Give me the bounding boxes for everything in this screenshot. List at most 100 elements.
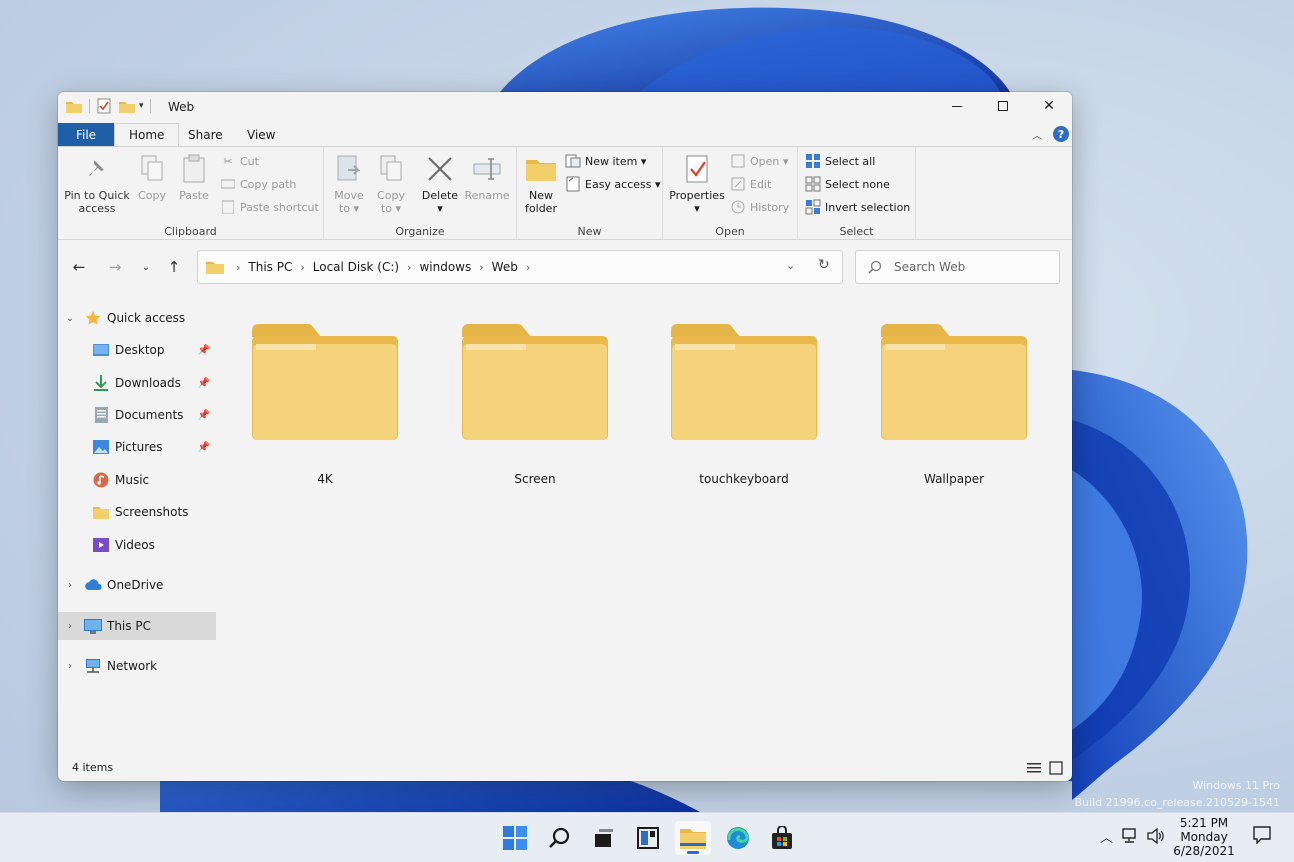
delete-label-2: ▾ [437,202,443,215]
pin-icon[interactable]: 📌 [198,442,210,453]
history-button[interactable]: History [730,197,789,217]
nav-onedrive[interactable]: › OneDrive [58,571,216,599]
search-button[interactable] [542,821,578,855]
pin-icon[interactable]: 📌 [198,345,210,356]
nav-videos[interactable]: Videos [58,531,216,559]
nav-desktop[interactable]: Desktop 📌 [58,336,216,364]
paste-button[interactable]: Paste [177,153,211,202]
details-view-icon[interactable] [1026,760,1042,776]
tab-share[interactable]: Share [174,123,237,146]
properties-icon[interactable] [97,98,111,114]
select-all-button[interactable]: Select all [805,151,875,171]
rename-button[interactable]: Rename [464,153,510,202]
store-button[interactable] [764,821,800,855]
move-to-button[interactable]: Move to ▾ [332,153,366,215]
edit-button[interactable]: Edit [730,174,771,194]
address-history-dropdown[interactable]: ⌄ [786,259,795,272]
search-input[interactable]: Search Web [855,250,1060,284]
folder-item[interactable]: touchkeyboard [654,324,834,494]
breadcrumb-separator[interactable]: › [407,261,411,274]
customize-qat-icon[interactable]: ▾ [139,101,144,111]
breadcrumb-web[interactable]: Web [492,260,518,274]
nav-pictures[interactable]: Pictures 📌 [58,433,216,461]
network-status-icon[interactable] [1122,828,1140,848]
cut-button[interactable]: ✂ Cut [220,151,259,171]
help-icon[interactable]: ? [1053,126,1069,142]
volume-icon[interactable] [1147,827,1165,848]
easy-access-button[interactable]: Easy access ▾ [565,174,661,194]
chevron-down-icon[interactable]: ⌄ [64,313,76,324]
copy-button[interactable]: Copy [135,153,169,202]
pin-icon[interactable]: 📌 [198,378,210,389]
breadcrumb-separator[interactable]: › [236,261,240,274]
select-none-label: Select none [825,177,890,191]
new-folder-button[interactable]: New folder [523,153,559,215]
tab-home[interactable]: Home [114,123,180,146]
new-folder-icon[interactable] [119,100,135,113]
back-button[interactable]: ← [68,258,90,276]
edge-icon [727,827,749,849]
chevron-right-icon[interactable]: › [64,621,76,632]
folder-item[interactable]: Screen [445,324,625,494]
network-label: Network [107,659,158,673]
folder-label: Wallpaper [923,472,985,486]
notification-center-button[interactable] [1253,826,1271,848]
widgets-button[interactable] [630,821,666,855]
delete-button[interactable]: Delete ▾ [420,153,460,215]
copy-path-button[interactable]: Copy path [220,174,296,194]
recent-locations-button[interactable]: ⌄ [135,258,157,276]
up-button[interactable]: ↑ [163,258,185,276]
nav-quick-access[interactable]: ⌄ Quick access [58,304,216,332]
file-list-view[interactable]: 4K Screen touchkeyboard Wallpaper [218,294,1072,754]
new-item-button[interactable]: New item ▾ [565,151,646,171]
copy-to-button[interactable]: Copy to ▾ [374,153,408,215]
forward-button[interactable]: → [104,258,126,276]
minimize-button[interactable] [934,92,980,120]
move-to-label-1: Move [334,189,364,202]
start-button[interactable] [497,821,533,855]
refresh-icon[interactable]: ↻ [818,257,830,273]
pin-to-quick-access-button[interactable]: Pin to Quick access [64,153,130,215]
nav-documents[interactable]: Documents 📌 [58,401,216,429]
nav-downloads[interactable]: Downloads 📌 [58,369,216,397]
folder-item[interactable]: 4K [235,324,415,494]
collapse-ribbon-icon[interactable]: ︿ [1032,127,1042,142]
file-explorer-taskbar-button[interactable] [675,821,711,855]
large-icons-view-icon[interactable] [1048,760,1064,776]
paste-shortcut-button[interactable]: Paste shortcut [220,197,319,217]
taskbar-clock[interactable]: 5:21 PM Monday 6/28/2021 [1172,816,1236,858]
properties-button[interactable]: Properties ▾ [667,153,727,215]
address-bar[interactable]: › This PC › Local Disk (C:) › windows › … [197,250,843,284]
breadcrumb-separator[interactable]: › [526,261,530,274]
chevron-right-icon[interactable]: › [64,661,76,672]
breadcrumb-separator[interactable]: › [300,261,304,274]
folder-label: 4K [317,472,333,486]
history-icon [730,199,746,215]
maximize-button[interactable] [980,92,1026,120]
breadcrumb-windows[interactable]: windows [419,260,471,274]
open-button[interactable]: Open ▾ [730,151,788,171]
nav-network[interactable]: › Network [58,652,216,680]
tab-file[interactable]: File [58,123,114,146]
invert-selection-button[interactable]: Invert selection [805,197,910,217]
title-bar[interactable]: ▾ Web ✕ [58,92,1072,120]
task-view-button[interactable] [585,821,621,855]
breadcrumb-separator[interactable]: › [479,261,483,274]
chevron-right-icon[interactable]: › [64,580,76,591]
new-folder-icon [525,153,557,185]
select-all-label: Select all [825,154,876,168]
pin-icon[interactable]: 📌 [198,410,210,421]
breadcrumb-local-disk[interactable]: Local Disk (C:) [313,260,399,274]
show-hidden-icons-button[interactable]: ︿ [1100,827,1113,846]
folder-icon[interactable] [66,100,82,113]
nav-music[interactable]: Music [58,466,216,494]
search-icon [868,260,882,274]
nav-screenshots[interactable]: Screenshots [58,498,216,526]
folder-item[interactable]: Wallpaper [864,324,1044,494]
edge-browser-button[interactable] [720,821,756,855]
nav-this-pc[interactable]: › This PC [58,612,216,640]
close-button[interactable]: ✕ [1026,92,1072,120]
breadcrumb-this-pc[interactable]: This PC [248,260,292,274]
select-none-button[interactable]: Select none [805,174,890,194]
tab-view[interactable]: View [233,123,289,146]
